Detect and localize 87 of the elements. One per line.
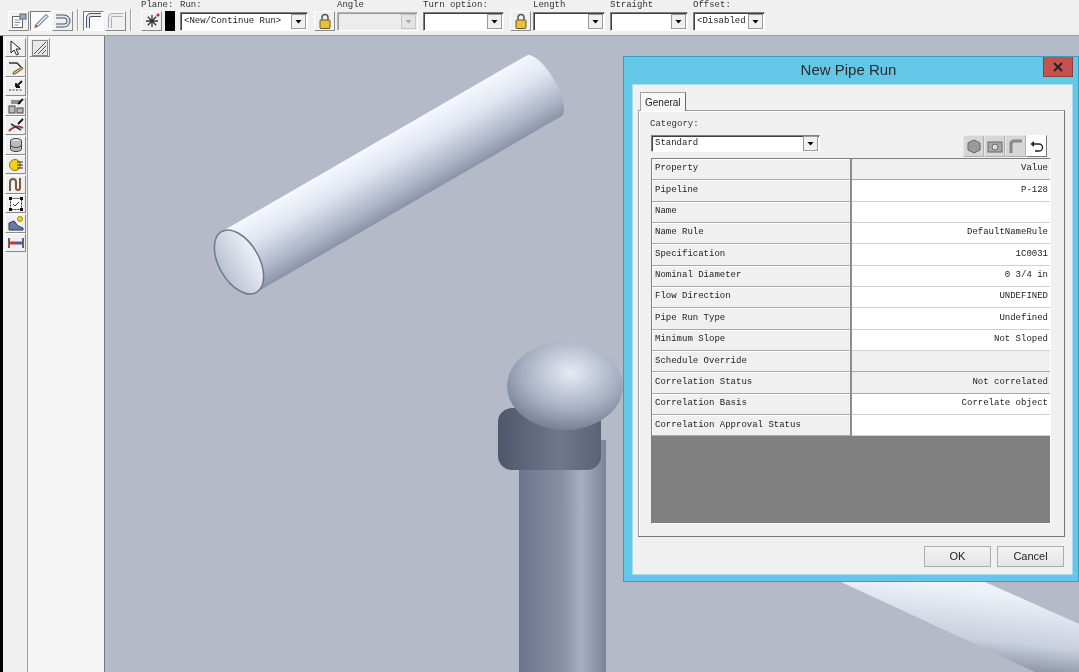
dialog-button[interactable]: OK (924, 546, 991, 567)
selection-box-icon (7, 195, 24, 212)
dropdown[interactable]: Standard (651, 135, 820, 152)
dropdown[interactable] (423, 12, 504, 31)
dropdown[interactable] (610, 12, 688, 31)
field-label: Turn option: (423, 0, 489, 11)
field-label: Plane: (141, 0, 175, 11)
tool-button[interactable] (29, 38, 50, 57)
asterisk-icon (143, 13, 160, 29)
crossing-lines-icon (7, 117, 24, 134)
dropdown[interactable] (533, 12, 605, 31)
pencil-icon (32, 13, 49, 29)
value-cell[interactable] (852, 201, 1050, 224)
property-cell: Minimum Slope (652, 329, 852, 352)
pipe-route-icon (85, 13, 102, 29)
disc-icon (7, 156, 24, 173)
dropdown[interactable]: <New/Continue Run> (180, 12, 308, 31)
close-icon (1053, 61, 1063, 72)
tool-button[interactable] (5, 116, 26, 135)
field-label: Category: (650, 118, 699, 130)
tool-button[interactable] (5, 135, 26, 155)
hexagon-icon (965, 138, 982, 154)
hatch-icon (31, 39, 48, 56)
tool-button[interactable] (5, 233, 26, 252)
caret-icon (748, 14, 763, 29)
property-cell: Correlation Status (652, 372, 852, 394)
value-cell[interactable]: P-128 (852, 180, 1050, 202)
tool-button[interactable] (5, 38, 26, 57)
property-cell: Name (652, 201, 852, 224)
value-cell[interactable]: DefaultNameRule (852, 223, 1050, 245)
value-cell[interactable]: Undefined (852, 308, 1050, 330)
properties-icon (10, 13, 27, 29)
field-label: Offset: (693, 0, 732, 11)
field-label: Run: (180, 0, 203, 11)
field-label: Straight (610, 0, 655, 11)
cylinder-icon (7, 137, 24, 153)
toolbar-button[interactable] (83, 11, 104, 31)
value-cell[interactable]: 1C0031 (852, 244, 1050, 266)
property-cell: Correlation Approval Status (652, 415, 852, 437)
camera-icon (986, 138, 1003, 154)
value-cell[interactable] (852, 415, 1050, 437)
value-cell[interactable]: UNDEFINED (852, 287, 1050, 309)
undo-icon (1028, 138, 1045, 154)
caret-icon (401, 14, 416, 29)
tool-button[interactable] (5, 57, 26, 77)
tool-button[interactable] (5, 194, 26, 213)
property-cell: Correlation Basis (652, 393, 852, 416)
property-cell: Pipeline (652, 180, 852, 202)
tool-button[interactable] (5, 174, 26, 194)
pointer-icon (7, 39, 24, 56)
lock-icon (316, 13, 333, 29)
dropdown[interactable]: <Disabled (693, 12, 765, 31)
plane-button[interactable] (141, 11, 162, 31)
caret-icon (487, 14, 502, 29)
tool-button[interactable] (5, 96, 26, 116)
caret-icon (588, 14, 603, 29)
swatch-icon (165, 11, 175, 31)
lock-icon (512, 13, 529, 29)
slope-icon (7, 215, 24, 231)
caret-icon (671, 14, 686, 29)
field-label: Angle (337, 0, 365, 11)
property-cell: Specification (652, 244, 852, 266)
property-cell: Nominal Diameter (652, 265, 852, 288)
pencil-icon (7, 59, 24, 75)
bend-icon (54, 13, 71, 29)
property-cell: Schedule Override (652, 351, 852, 373)
caret-icon (803, 136, 818, 151)
tool-button[interactable] (5, 77, 26, 96)
bend-icon (1007, 138, 1024, 154)
value-cell[interactable]: Not Sloped (852, 329, 1050, 352)
dialog-button[interactable]: Cancel (997, 546, 1064, 567)
value-cell[interactable]: 0 3/4 in (852, 265, 1050, 288)
tool-button[interactable] (5, 213, 26, 233)
lock-button[interactable] (510, 11, 531, 31)
equipment-icon (7, 98, 24, 114)
close-button[interactable] (1043, 57, 1073, 77)
property-cell: Name Rule (652, 223, 852, 245)
loop-icon (7, 176, 24, 192)
pipe-route-icon (107, 13, 124, 29)
column-header: Property (652, 159, 852, 181)
tab[interactable]: General (640, 92, 686, 111)
field-label: Length (533, 0, 567, 11)
value-cell[interactable]: Correlate object (852, 393, 1050, 416)
caret-icon (291, 14, 306, 29)
property-cell: Flow Direction (652, 287, 852, 309)
property-cell: Pipe Run Type (652, 308, 852, 330)
dialog-title: New Pipe Run (800, 60, 897, 81)
